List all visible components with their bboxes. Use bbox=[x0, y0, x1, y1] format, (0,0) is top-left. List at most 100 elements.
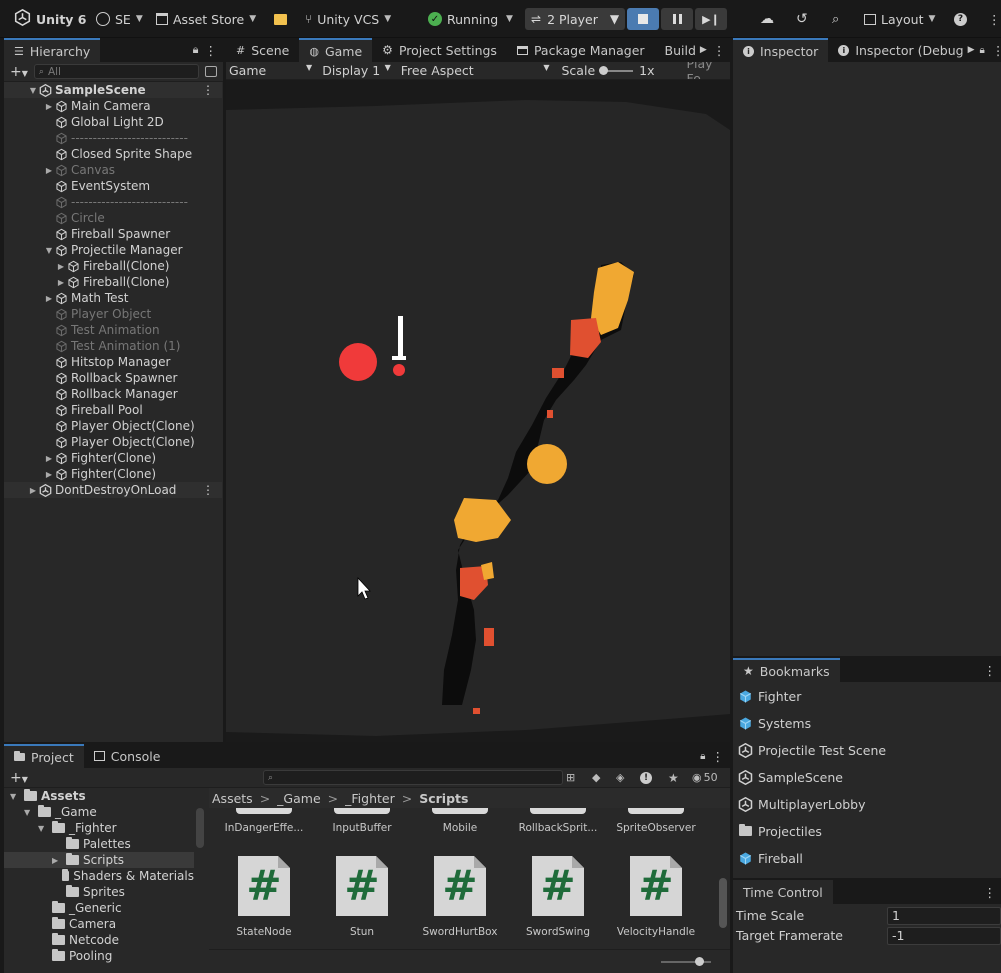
hidden-packages-toggle[interactable]: ◉ 50 bbox=[692, 771, 718, 784]
unity-account-menu[interactable]: Unity 6 bbox=[14, 8, 87, 30]
project-folder-item[interactable]: ▼ Assets bbox=[4, 788, 194, 804]
collapse-arrow-icon[interactable]: ▶ bbox=[4, 470, 54, 479]
cloud-button[interactable]: ☁ bbox=[760, 8, 774, 30]
target-framerate-field[interactable]: -1 bbox=[887, 927, 1001, 945]
hierarchy-item[interactable]: Global Light 2D bbox=[4, 114, 222, 130]
collapse-arrow-icon[interactable]: ▶ bbox=[4, 262, 66, 271]
time-scale-field[interactable]: 1 bbox=[887, 907, 1001, 925]
history-button[interactable]: ↺ bbox=[796, 8, 808, 30]
hierarchy-item[interactable]: ▶ DontDestroyOnLoad ⋮ bbox=[4, 482, 222, 498]
tab-inspector-debug[interactable]: i Inspector (Debug bbox=[828, 38, 965, 62]
script-asset-tile[interactable]: # StateNode bbox=[219, 854, 309, 938]
project-folder-item[interactable]: Sprites bbox=[4, 884, 194, 900]
center-menu-button[interactable]: ⋮ bbox=[709, 38, 730, 62]
project-folder-item[interactable]: ▼ _Game bbox=[4, 804, 194, 820]
bookmark-item[interactable]: SampleScene bbox=[737, 765, 843, 789]
display-select[interactable]: Display 1 ▼ bbox=[316, 63, 395, 78]
expand-arrow-icon[interactable]: ▼ bbox=[4, 246, 54, 255]
search-by-label-icon[interactable]: ◆ bbox=[592, 771, 600, 784]
project-folder-item[interactable]: ▶ Scripts bbox=[4, 852, 194, 868]
bookmarks-menu-button[interactable]: ⋮ bbox=[979, 658, 1001, 682]
asset-tile[interactable]: RollbackSprit... bbox=[513, 808, 603, 834]
play-focused-toggle[interactable]: Play Fo bbox=[655, 62, 731, 79]
create-button[interactable]: +▼ bbox=[10, 770, 28, 786]
layout-dropdown[interactable]: Layout ▼ bbox=[864, 8, 935, 30]
script-asset-tile[interactable]: # SwordSwing bbox=[513, 854, 603, 938]
project-folder-item[interactable]: Pooling bbox=[4, 948, 194, 964]
toolbar-more-button[interactable]: ⋮ bbox=[988, 8, 1001, 30]
bookmark-item[interactable]: Projectile Test Scene bbox=[737, 738, 886, 762]
hierarchy-item[interactable]: ▶ Fireball(Clone) bbox=[4, 258, 222, 274]
collapse-arrow-icon[interactable]: ▶ bbox=[4, 294, 54, 303]
tab-bookmarks[interactable]: ★ Bookmarks bbox=[733, 658, 840, 682]
tab-hierarchy[interactable]: ☰ Hierarchy bbox=[4, 38, 101, 62]
bookmark-item[interactable]: Projectiles bbox=[737, 819, 822, 843]
hierarchy-item[interactable]: Player Object(Clone) bbox=[4, 434, 222, 450]
favorite-star-icon[interactable]: ★ bbox=[668, 771, 679, 785]
tabs-overflow-button[interactable]: ▶ bbox=[966, 38, 977, 62]
hierarchy-search[interactable]: ⌕ All bbox=[33, 64, 199, 79]
hierarchy-item[interactable]: ▼ SampleScene ⋮ bbox=[4, 82, 222, 98]
icon-size-slider[interactable] bbox=[661, 957, 711, 966]
asset-tile[interactable]: SpriteObserver bbox=[611, 808, 701, 834]
collapse-arrow-icon[interactable]: ▶ bbox=[4, 166, 54, 175]
hierarchy-item[interactable]: Test Animation bbox=[4, 322, 222, 338]
multiplayer-dropdown[interactable]: ⇌ 2 Player ▼ bbox=[525, 8, 625, 30]
step-button[interactable]: ▶❙ bbox=[695, 8, 727, 30]
hierarchy-item[interactable]: ▶ Fighter(Clone) bbox=[4, 450, 222, 466]
alert-icon[interactable]: ! bbox=[640, 771, 652, 784]
hierarchy-item[interactable]: Rollback Manager bbox=[4, 386, 222, 402]
project-folder-item[interactable]: Camera bbox=[4, 916, 194, 932]
hierarchy-item[interactable]: Player Object bbox=[4, 306, 222, 322]
hierarchy-menu-button[interactable]: ⋮ bbox=[203, 38, 224, 62]
breadcrumb-item[interactable]: _Game bbox=[277, 791, 320, 806]
script-asset-tile[interactable]: # Stun bbox=[317, 854, 407, 938]
tree-scrollbar[interactable] bbox=[196, 808, 204, 848]
lock-button[interactable]: 🔒︎ bbox=[697, 744, 708, 768]
collapse-arrow-icon[interactable]: ▶ bbox=[4, 454, 54, 463]
view-select[interactable]: Game ▼ bbox=[226, 63, 316, 78]
stop-button[interactable] bbox=[627, 8, 659, 30]
account-dropdown[interactable]: SE ▼ bbox=[96, 8, 143, 30]
bookmark-item[interactable]: Systems bbox=[737, 711, 811, 735]
project-folder-item[interactable]: _Generic bbox=[4, 900, 194, 916]
hierarchy-item[interactable]: --------------------------- bbox=[4, 130, 222, 146]
project-menu-button[interactable]: ⋮ bbox=[709, 744, 731, 768]
project-search[interactable]: ⌕ bbox=[263, 770, 563, 785]
expand-arrow-icon[interactable]: ▼ bbox=[10, 792, 20, 801]
expand-arrow-icon[interactable]: ▼ bbox=[24, 808, 34, 817]
hierarchy-item[interactable]: ▶ Main Camera bbox=[4, 98, 222, 114]
game-viewport[interactable] bbox=[226, 80, 730, 742]
tab-project-settings[interactable]: ⚙ Project Settings bbox=[372, 38, 507, 62]
collapse-arrow-icon[interactable]: ▶ bbox=[4, 278, 66, 287]
hierarchy-item[interactable]: --------------------------- bbox=[4, 194, 222, 210]
help-button[interactable]: ? bbox=[954, 8, 967, 30]
hierarchy-item[interactable]: Player Object(Clone) bbox=[4, 418, 222, 434]
filter-scene-icon[interactable] bbox=[205, 66, 217, 77]
project-folder-item[interactable]: Palettes bbox=[4, 836, 194, 852]
asset-tile[interactable]: InDangerEffe... bbox=[219, 808, 309, 834]
breadcrumb-item[interactable]: Scripts bbox=[419, 791, 468, 806]
hierarchy-item[interactable]: Rollback Spawner bbox=[4, 370, 222, 386]
tab-inspector[interactable]: i Inspector bbox=[733, 38, 829, 62]
aspect-select[interactable]: Free Aspect ▼ bbox=[395, 63, 554, 78]
breadcrumb-item[interactable]: Assets bbox=[212, 791, 253, 806]
asset-tile[interactable]: InputBuffer bbox=[317, 808, 407, 834]
tag-icon[interactable]: ◈ bbox=[616, 771, 624, 784]
inspector-menu-button[interactable]: ⋮ bbox=[988, 38, 1001, 62]
kebab-icon[interactable]: ⋮ bbox=[202, 83, 222, 97]
lock-button[interactable]: 🔒︎ bbox=[189, 38, 203, 62]
scale-slider[interactable] bbox=[599, 65, 634, 75]
collapse-arrow-icon[interactable]: ▶ bbox=[4, 102, 54, 111]
search-button[interactable]: ⌕ bbox=[832, 8, 839, 30]
hierarchy-item[interactable]: Test Animation (1) bbox=[4, 338, 222, 354]
tab-package-manager[interactable]: Package Manager bbox=[507, 38, 655, 62]
collapse-arrow-icon[interactable]: ▶ bbox=[4, 486, 38, 495]
tab-scene[interactable]: # Scene bbox=[226, 38, 299, 62]
grid-scrollbar[interactable] bbox=[719, 878, 727, 928]
search-by-type-icon[interactable]: ⊞ bbox=[566, 771, 575, 784]
tab-time-control[interactable]: Time Control bbox=[733, 880, 833, 904]
tabs-overflow-button[interactable]: ▶ bbox=[698, 38, 709, 62]
kebab-icon[interactable]: ⋮ bbox=[202, 483, 222, 497]
hierarchy-item[interactable]: ▶ Fighter(Clone) bbox=[4, 466, 222, 482]
